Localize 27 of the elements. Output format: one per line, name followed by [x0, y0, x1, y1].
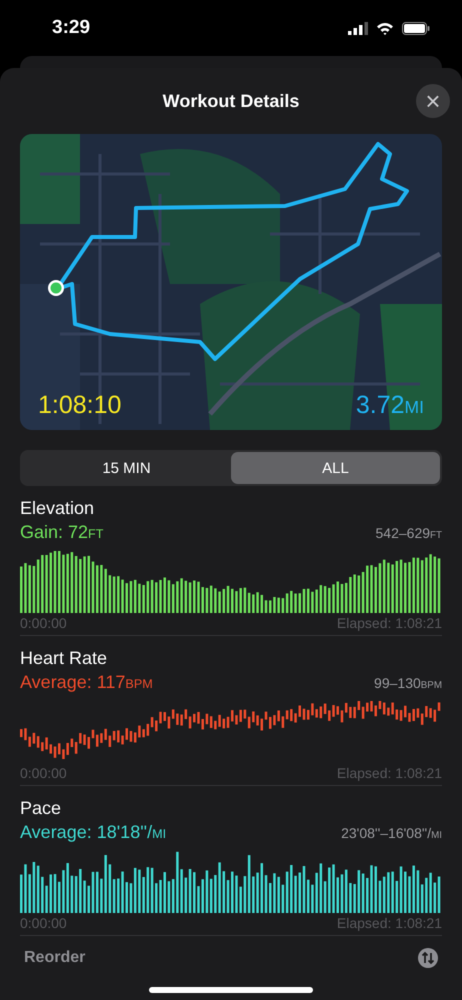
close-button[interactable]: × — [416, 84, 450, 118]
elapsed-time: Elapsed: 1:08:21 — [336, 615, 442, 631]
metric-title: Elevation — [20, 498, 96, 519]
elapsed-time: Elapsed: 1:08:21 — [336, 765, 442, 781]
status-time: 3:29 — [52, 17, 90, 39]
metric-range: 542–629FT — [376, 525, 442, 541]
metric-summary: Average: 117BPM — [20, 672, 153, 693]
metric-range: 99–130BPM — [374, 675, 442, 691]
signal-icon — [348, 22, 368, 34]
metric-summary: Average: 18'18''/MI — [20, 822, 166, 843]
start-time: 0:00:00 — [20, 765, 67, 781]
start-time: 0:00:00 — [20, 915, 67, 931]
metric-title: Pace — [20, 798, 62, 819]
reorder-button[interactable]: Reorder — [24, 949, 86, 967]
metric-summary: Gain: 72FT — [20, 522, 104, 543]
elapsed-time: Elapsed: 1:08:21 — [336, 915, 442, 931]
duration-text: 1:08:10 — [38, 391, 122, 420]
start-time: 0:00:00 — [20, 615, 67, 631]
segment-tab[interactable]: 15 MIN — [22, 452, 231, 484]
wifi-icon — [376, 22, 394, 34]
segment-tab[interactable]: ALL — [231, 452, 440, 484]
metric-range: 23'08''–16'08''/MI — [341, 825, 442, 841]
distance-text: 3.72MI — [356, 391, 424, 420]
sheet-title: Workout Details — [162, 90, 300, 112]
battery-icon — [402, 22, 430, 34]
swap-arrows-icon[interactable] — [418, 948, 438, 968]
metric-title: Heart Rate — [20, 648, 108, 669]
